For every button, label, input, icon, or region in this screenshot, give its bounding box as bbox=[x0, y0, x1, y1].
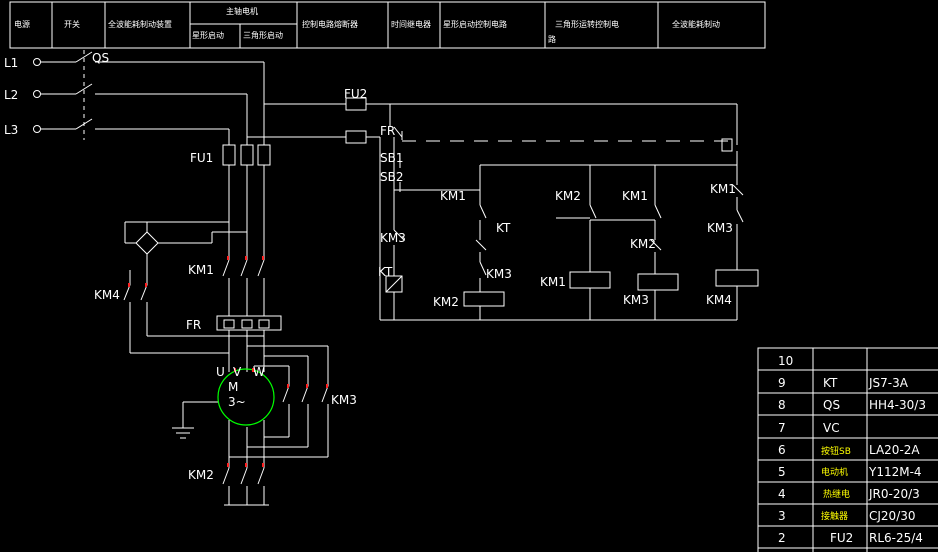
label-qs: QS bbox=[92, 51, 109, 65]
label-km1-coil: KM1 bbox=[540, 275, 566, 289]
label-kt-contact: KT bbox=[496, 221, 511, 235]
label-motor-3phase: 3~ bbox=[228, 395, 246, 409]
label-km2-main: KM2 bbox=[188, 468, 214, 482]
label-l3: L3 bbox=[4, 123, 18, 137]
label-l1: L1 bbox=[4, 56, 18, 70]
label-km1-branch: KM1 bbox=[622, 189, 648, 203]
parts-table: 10 9 KT JS7-3A 8 QS HH4-30/3 7 VC 6 按钮SB… bbox=[778, 354, 926, 545]
label-sb2: SB2 bbox=[380, 170, 403, 184]
row-code: 电动机 bbox=[821, 466, 848, 478]
row-code: QS bbox=[823, 398, 840, 412]
label-w: W bbox=[253, 365, 265, 379]
row-no: 9 bbox=[778, 376, 786, 390]
label-km4-contact: KM4 bbox=[94, 288, 120, 302]
label-motor-m: M bbox=[228, 380, 238, 394]
label-sb1: SB1 bbox=[380, 151, 403, 165]
label-km3-coil: KM3 bbox=[623, 293, 649, 307]
label-kt-coil: KT bbox=[378, 265, 393, 279]
row-code: VC bbox=[823, 421, 840, 435]
row-model: CJ20/30 bbox=[869, 509, 916, 523]
label-km2-coil: KM2 bbox=[433, 295, 459, 309]
row-code: 接触器 bbox=[821, 510, 848, 522]
label-fr-control: FR bbox=[380, 124, 395, 138]
label-layer: L1 L2 L3 QS FU1 FU2 FR SB1 SB2 KM1 KM4 F… bbox=[4, 51, 926, 545]
label-km4-coil: KM4 bbox=[706, 293, 732, 307]
label-km1-main: KM1 bbox=[188, 263, 214, 277]
row-no: 5 bbox=[778, 465, 786, 479]
row-code: KT bbox=[823, 376, 838, 390]
label-v: V bbox=[233, 365, 242, 379]
label-km1-brake: KM1 bbox=[710, 182, 736, 196]
label-km1-aux: KM1 bbox=[440, 189, 466, 203]
label-l2: L2 bbox=[4, 88, 18, 102]
label-km3-aux: KM3 bbox=[380, 231, 406, 245]
row-no: 2 bbox=[778, 531, 786, 545]
row-model: JR0-20/3 bbox=[868, 487, 920, 501]
label-fu1: FU1 bbox=[190, 151, 213, 165]
row-code: 按钮SB bbox=[821, 445, 851, 457]
row-no: 4 bbox=[778, 487, 786, 501]
label-fu2: FU2 bbox=[344, 87, 367, 101]
row-code: FU2 bbox=[830, 531, 853, 545]
schematic-canvas: 电源 开关 全波能耗制动装置 主轴电机 星形启动 三角形启动 控制电路熔断器 时… bbox=[0, 0, 938, 552]
row-model: HH4-30/3 bbox=[869, 398, 926, 412]
label-km2-aux: KM2 bbox=[555, 189, 581, 203]
label-km3-brake: KM3 bbox=[707, 221, 733, 235]
row-code: 热继电 bbox=[823, 488, 850, 500]
label-km3-main: KM3 bbox=[331, 393, 357, 407]
label-km3-interlock: KM3 bbox=[486, 267, 512, 281]
label-km2-interlock: KM2 bbox=[630, 237, 656, 251]
row-no: 10 bbox=[778, 354, 793, 368]
row-model: Y112M-4 bbox=[868, 465, 922, 479]
label-u: U bbox=[216, 365, 225, 379]
row-model: LA20-2A bbox=[869, 443, 920, 457]
label-fr-main: FR bbox=[186, 318, 201, 332]
row-model: JS7-3A bbox=[868, 376, 909, 390]
row-no: 3 bbox=[778, 509, 786, 523]
row-no: 6 bbox=[778, 443, 786, 457]
row-no: 7 bbox=[778, 421, 786, 435]
row-model: RL6-25/4 bbox=[869, 531, 923, 545]
row-no: 8 bbox=[778, 398, 786, 412]
